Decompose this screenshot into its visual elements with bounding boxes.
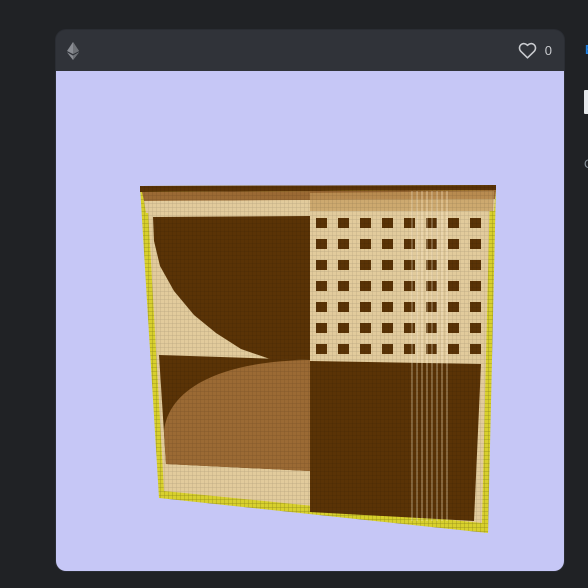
item-title (584, 90, 588, 114)
nft-card[interactable]: 0 (56, 30, 564, 571)
voxel-artwork (140, 185, 496, 533)
artwork-canvas[interactable] (56, 71, 564, 571)
owner-label: C (584, 157, 588, 171)
ethereum-icon (67, 42, 79, 60)
favorite-button[interactable]: 0 (518, 40, 552, 60)
favorite-count: 0 (544, 42, 552, 58)
details-panel-peek: E C (577, 0, 588, 588)
heart-icon[interactable] (518, 42, 537, 59)
page: 0 (0, 0, 588, 588)
card-header: 0 (56, 30, 564, 72)
